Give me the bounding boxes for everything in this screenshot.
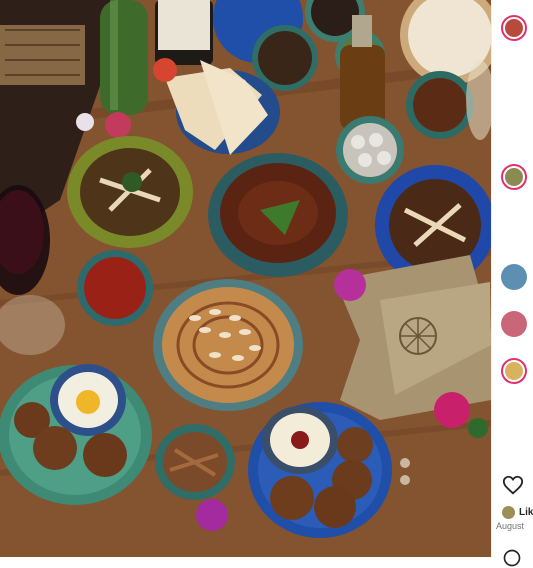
likes-row[interactable]: Lik (502, 506, 533, 519)
story-avatar-1[interactable] (501, 15, 527, 41)
comment-icon[interactable] (502, 548, 522, 568)
likes-label: Lik (519, 507, 533, 518)
story-avatar-5[interactable] (501, 358, 527, 384)
story-avatar-4[interactable] (501, 311, 527, 337)
right-rail: Lik August (491, 0, 533, 567)
heart-icon[interactable] (502, 474, 524, 496)
story-avatar-2[interactable] (501, 164, 527, 190)
post-date: August (496, 521, 525, 531)
post-image[interactable] (0, 0, 491, 557)
liker-avatar (502, 506, 515, 519)
story-avatar-3[interactable] (501, 264, 527, 290)
